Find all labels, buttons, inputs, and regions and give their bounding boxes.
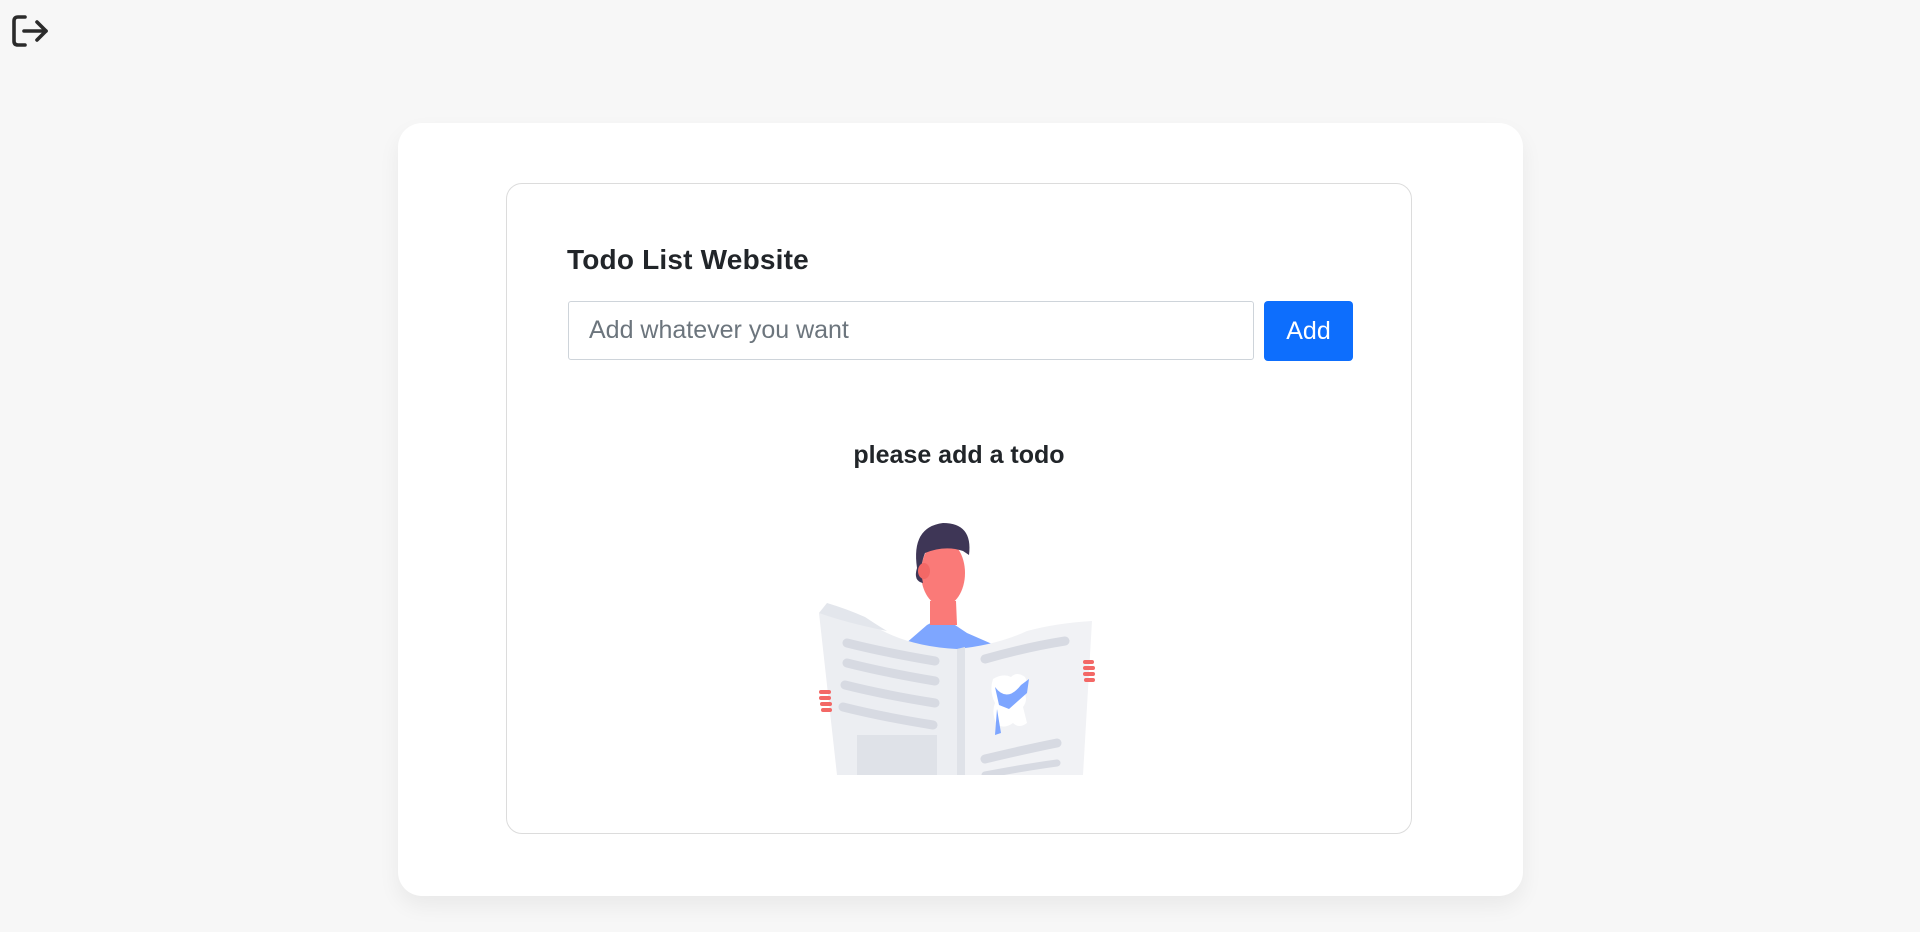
todo-panel: Todo List Website Add please add a todo: [506, 183, 1412, 834]
main-card: Todo List Website Add please add a todo: [398, 123, 1523, 896]
person-reading-newspaper-icon: [819, 523, 1095, 775]
page-title: Todo List Website: [567, 244, 809, 275]
empty-state-message: please add a todo: [853, 441, 1065, 469]
todo-input[interactable]: [568, 301, 1254, 360]
add-button[interactable]: Add: [1264, 301, 1353, 361]
logout-icon: [12, 15, 48, 47]
logout-button[interactable]: [10, 10, 52, 52]
